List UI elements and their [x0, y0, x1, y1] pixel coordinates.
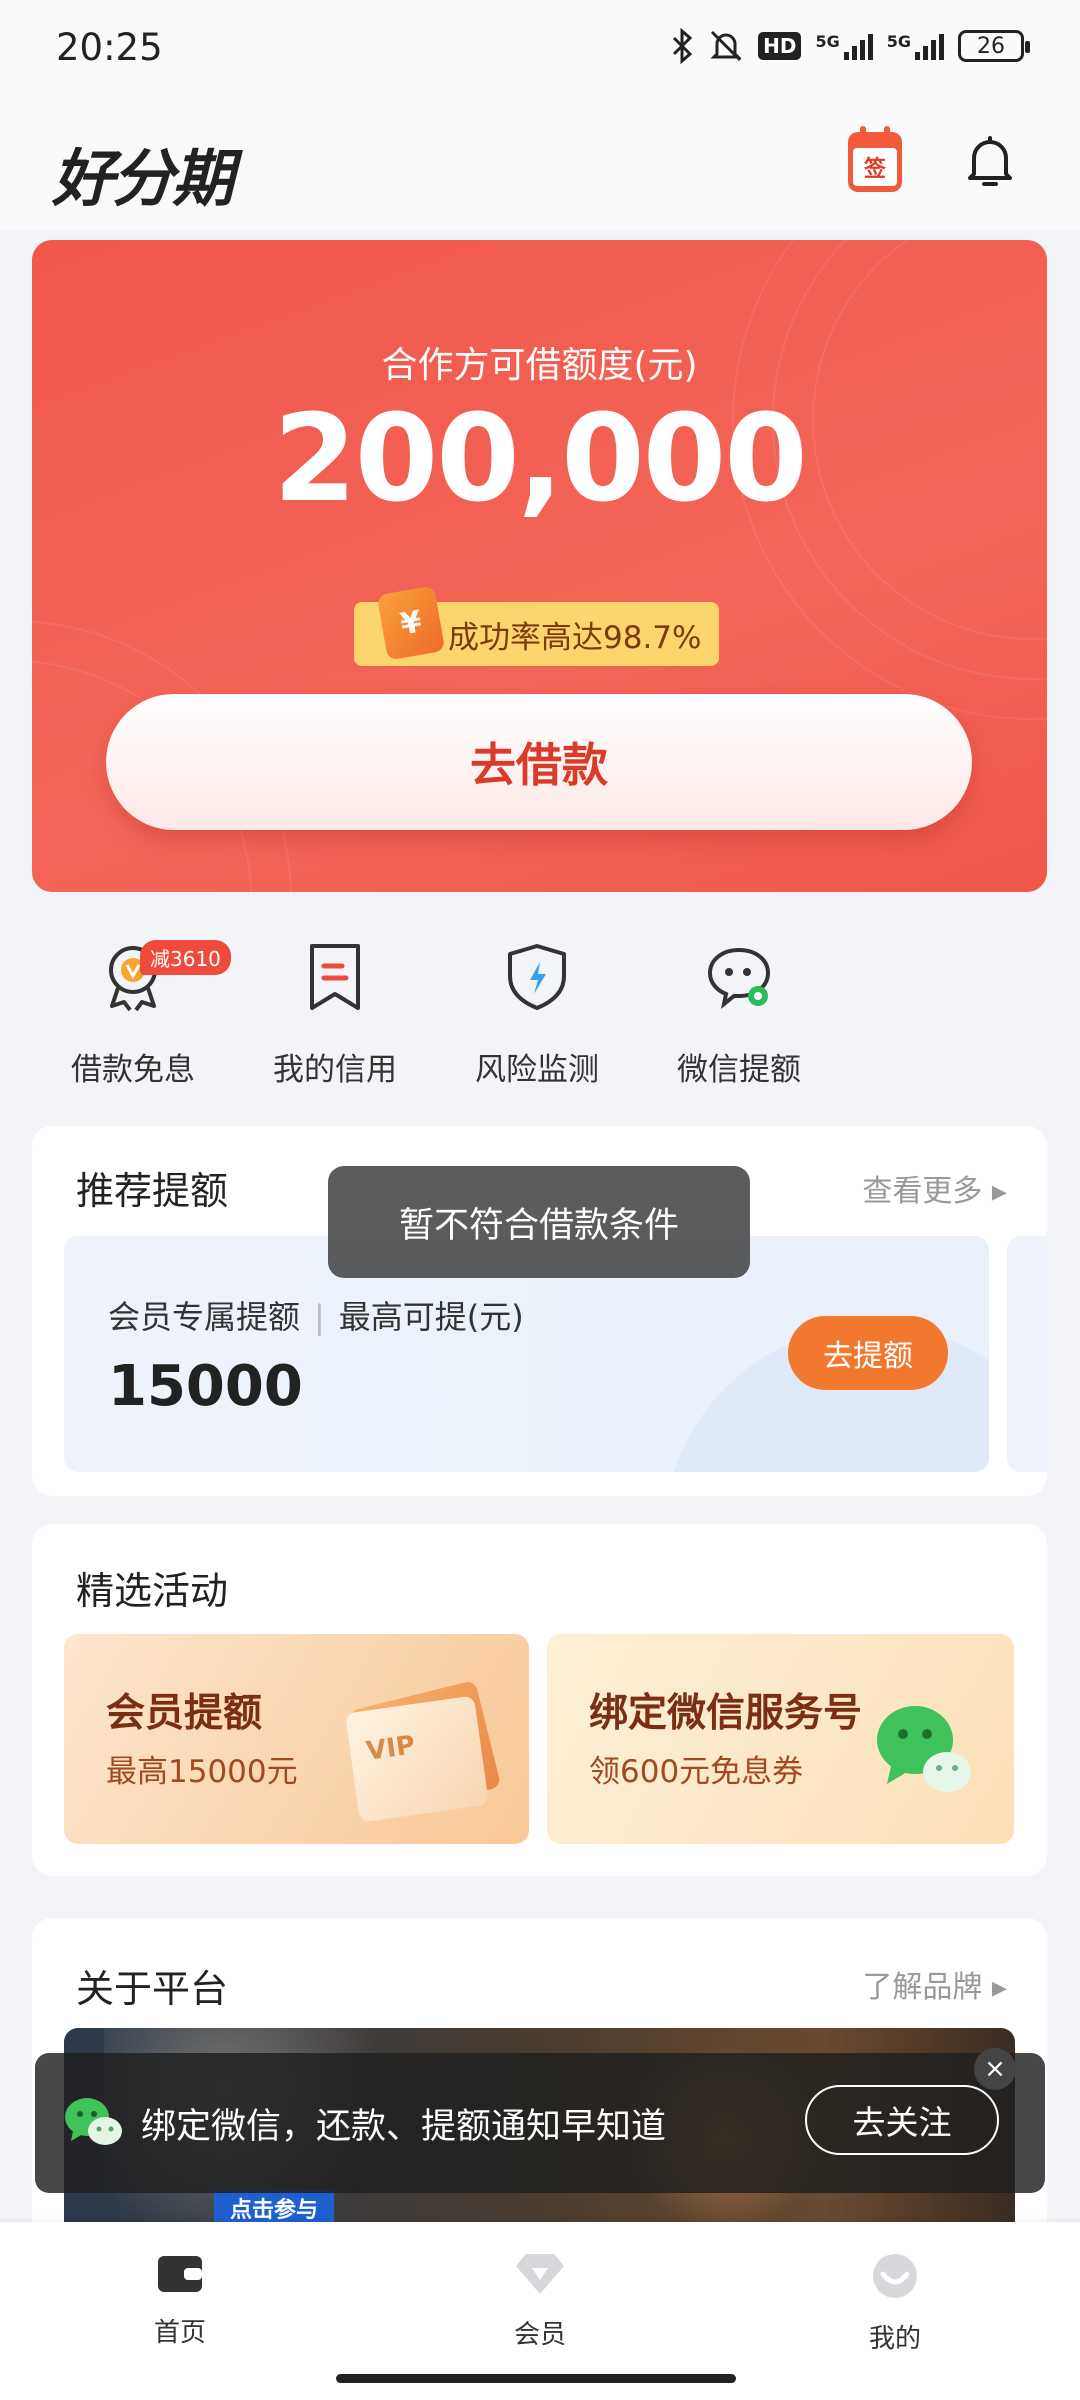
- section-title: 推荐提额: [76, 1169, 229, 1213]
- section-title: 精选活动: [76, 1569, 229, 1613]
- quick-action-label: 借款免息: [71, 1052, 195, 1088]
- status-time: 20:25: [56, 26, 163, 69]
- quick-action-my-credit[interactable]: 我的信用: [235, 940, 435, 1089]
- borrow-button[interactable]: 去借款: [106, 694, 972, 830]
- mute-bell-icon: [710, 30, 742, 62]
- credit-limit-label: 合作方可借额度(元): [381, 345, 698, 386]
- tab-label: 我的: [868, 2324, 921, 2354]
- smile-icon: [873, 2254, 917, 2298]
- activity-title: 会员提额: [106, 1691, 263, 1736]
- section-title: 关于平台: [76, 1967, 229, 2011]
- learn-brand-link[interactable]: 了解品牌 ▸: [862, 1962, 1007, 2006]
- bell-icon[interactable]: [958, 130, 1022, 194]
- app-header: 好分期 签: [0, 100, 1080, 230]
- activity-subtitle: 领600元免息券: [589, 1754, 804, 1790]
- tab-mine[interactable]: 我的: [795, 2252, 995, 2355]
- calendar-icon: 签: [853, 148, 897, 186]
- activities-card: 精选活动 会员提额 最高15000元 VIP 绑定微信服务号 领600元免息券: [32, 1524, 1047, 1876]
- increase-limit-button[interactable]: 去提额: [788, 1316, 948, 1390]
- tab-member[interactable]: 会员: [440, 2252, 640, 2351]
- signal-icon: 5G: [815, 32, 873, 60]
- tab-label: 会员: [513, 2320, 566, 2350]
- quick-action-label: 我的信用: [273, 1052, 397, 1088]
- tab-label: 首页: [153, 2318, 206, 2348]
- signal-icon: 5G: [887, 32, 944, 60]
- vip-card-icon: VIP: [344, 1695, 490, 1823]
- wechat-logo-icon: [877, 1706, 971, 1792]
- tab-home[interactable]: 首页: [80, 2252, 280, 2349]
- follow-button[interactable]: 去关注: [805, 2085, 999, 2155]
- discount-badge: 减3610: [140, 940, 231, 975]
- home-indicator[interactable]: [336, 2374, 736, 2383]
- next-offer-peek[interactable]: [1007, 1236, 1047, 1472]
- bluetooth-icon: [673, 28, 693, 64]
- credit-hero-card: 合作方可借额度(元) 200,000 ¥ 成功率高达98.7% 去借款: [32, 240, 1047, 892]
- wallet-icon: [158, 2256, 202, 2292]
- activity-title: 绑定微信服务号: [589, 1691, 863, 1736]
- see-more-link[interactable]: 查看更多 ▸: [862, 1166, 1007, 1210]
- diamond-icon: [516, 2254, 564, 2294]
- coin-icon: ¥: [376, 585, 446, 661]
- activity-vip[interactable]: 会员提额 最高15000元 VIP: [64, 1634, 529, 1844]
- activity-subtitle: 最高15000元: [106, 1754, 298, 1790]
- quick-action-label: 微信提额: [677, 1052, 801, 1088]
- app-logo: 好分期: [52, 142, 234, 215]
- status-bar: 20:25 HD 5G 5G 26: [0, 0, 1080, 100]
- wechat-chat-icon: [707, 947, 771, 1009]
- checkin-calendar-button[interactable]: 签: [848, 126, 902, 192]
- credit-limit-amount: 200,000: [273, 390, 808, 529]
- shield-bolt-icon: [508, 944, 566, 1010]
- activity-wechat[interactable]: 绑定微信服务号 领600元免息券: [547, 1634, 1014, 1844]
- bookmark-icon: [310, 944, 360, 1010]
- success-rate-badge: ¥ 成功率高达98.7%: [354, 585, 720, 666]
- banner-cta[interactable]: 点击参与: [214, 2190, 335, 2226]
- hd-badge: HD: [758, 32, 802, 60]
- offer-label: 会员专属提额 | 最高可提(元): [108, 1298, 524, 1336]
- wechat-follow-bar: 绑定微信，还款、提额通知早知道 去关注: [35, 2053, 1045, 2193]
- battery-icon: 26: [958, 30, 1030, 62]
- quick-action-wechat-increase[interactable]: 微信提额: [639, 940, 839, 1089]
- toast-message: 暂不符合借款条件: [328, 1166, 750, 1278]
- quick-action-risk-monitor[interactable]: 风险监测: [437, 940, 637, 1089]
- close-icon[interactable]: ×: [974, 2048, 1016, 2090]
- wechat-bar-text: 绑定微信，还款、提额通知早知道: [141, 2106, 667, 2147]
- wechat-logo-icon: [65, 2098, 122, 2145]
- success-rate-text: 成功率高达98.7%: [448, 619, 702, 656]
- offer-value: 15000: [108, 1354, 303, 1419]
- quick-action-label: 风险监测: [475, 1052, 599, 1088]
